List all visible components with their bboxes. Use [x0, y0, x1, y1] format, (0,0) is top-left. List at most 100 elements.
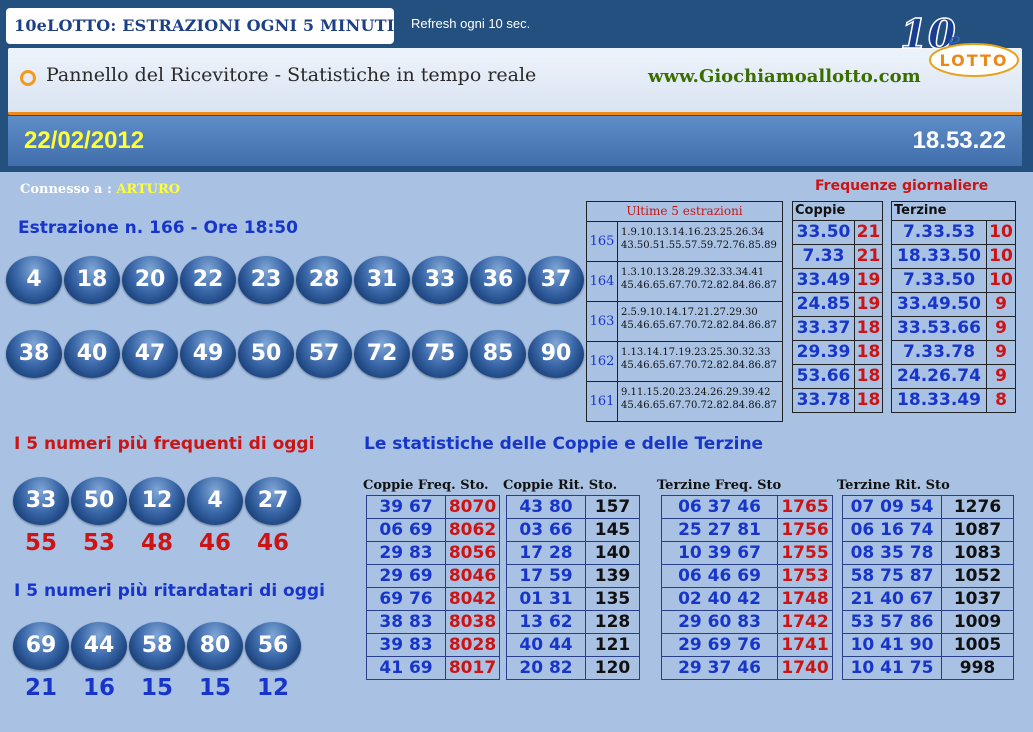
ball-number: 23 — [250, 267, 282, 292]
drawn-ball: 38 — [6, 330, 62, 378]
frequent-title: I 5 numeri più frequenti di oggi — [14, 434, 315, 454]
stats-title: Le statistiche delle Coppie e delle Terz… — [364, 434, 764, 454]
daily-frequencies-title: Frequenze giornaliere — [815, 178, 989, 194]
stat-count: 55 — [24, 530, 57, 556]
frequency-count: 21 — [856, 222, 881, 242]
stat-row: 43 80 157 — [507, 496, 639, 519]
last-draw-row: 165 1.9.10.13.14.16.23.25.26.34 43.50.51.5… — [587, 222, 782, 262]
drawn-ball: 75 — [412, 330, 468, 378]
last-draws-title: Ultime 5 estrazioni — [587, 202, 782, 222]
stat-count: 15 — [198, 675, 231, 701]
ball-number: 80 — [199, 633, 231, 658]
combination: 06 46 69 — [662, 565, 778, 587]
drawn-ball: 18 — [64, 256, 120, 304]
combination: 39 83 — [367, 634, 446, 656]
stat-row: 06 16 74 1087 — [843, 519, 1013, 542]
stat-ball: 50 — [71, 477, 127, 525]
drawn-ball: 31 — [354, 256, 410, 304]
ball-number: 40 — [76, 341, 108, 366]
frequency-count: 21 — [856, 246, 881, 266]
logo-word: LOTTO — [939, 51, 1008, 70]
daily-pairs-header: Coppie — [793, 202, 882, 221]
stat-row: 41 69 8017 — [367, 657, 499, 679]
frequency-row: 33.53.66 9 — [892, 317, 1015, 341]
stat-row: 21 40 67 1037 — [843, 588, 1013, 611]
draw-values: 1.13.14.17.19.23.25.30.32.33 45.46.65.67.… — [618, 342, 782, 381]
refresh-note: Refresh ogni 10 sec. — [411, 16, 531, 31]
combination: 33.37 — [793, 317, 855, 340]
frequency-row: 33.49 19 — [793, 269, 882, 293]
frequency-row: 33.78 18 — [793, 389, 882, 412]
combination: 7.33 — [793, 245, 855, 268]
stat-value: 8042 — [448, 589, 497, 609]
main-panel: Connesso a : ARTURO Estrazione n. 166 - … — [6, 172, 1022, 728]
draw-values-line: 45.46.65.67.70.72.82.84.86.87 — [621, 320, 777, 331]
stat-row: 01 31 135 — [507, 588, 639, 611]
combination: 7.33.78 — [892, 341, 987, 364]
stat-row: 10 41 75 998 — [843, 657, 1013, 679]
drawn-ball: 23 — [238, 256, 294, 304]
stat-value: 1753 — [781, 566, 829, 586]
current-date: 22/02/2012 — [24, 127, 145, 154]
combination: 01 31 — [507, 588, 586, 610]
ball-number: 37 — [540, 267, 572, 292]
daily-triples-rows: 7.33.53 10 18.33.50 10 7.33.50 10 33.49.50 9 33.… — [892, 221, 1015, 412]
stat-count: 16 — [82, 675, 115, 701]
stat-value: 1756 — [781, 520, 829, 540]
draw-title: Estrazione n. 166 - Ore 18:50 — [18, 218, 298, 238]
stat-row: 06 46 69 1753 — [662, 565, 832, 588]
stat-ball: 80 — [187, 622, 243, 670]
frequency-count: 9 — [995, 366, 1007, 386]
draw-values-line: 45.46.65.67.70.72.82.84.86.87 — [621, 280, 777, 291]
frequency-row: 53.66 18 — [793, 365, 882, 389]
frequency-row: 24.85 19 — [793, 293, 882, 317]
combination: 29.39 — [793, 341, 855, 364]
stat-count: 12 — [256, 675, 289, 701]
stat-value: 8028 — [448, 635, 497, 655]
ball-number: 49 — [192, 341, 224, 366]
stat-value: 157 — [594, 497, 631, 517]
stat-value: 1009 — [953, 612, 1002, 632]
stat-value: 120 — [594, 658, 631, 678]
stat-count: 46 — [256, 530, 289, 556]
combination: 25 27 81 — [662, 519, 778, 541]
stat-value: 8062 — [448, 520, 497, 540]
draw-values: 9.11.15.20.23.24.26.29.39.42 45.46.65.67.… — [618, 382, 782, 421]
stat-value: 1083 — [953, 543, 1002, 563]
late-title: I 5 numeri più ritardatari di oggi — [14, 581, 325, 601]
stat-value: 1276 — [953, 497, 1002, 517]
combination: 06 69 — [367, 519, 446, 541]
title-box: 10eLOTTO: ESTRAZIONI OGNI 5 MINUTI — [6, 8, 394, 44]
combination: 33.53.66 — [892, 317, 987, 340]
stat-row: 25 27 81 1756 — [662, 519, 832, 542]
combination: 20 82 — [507, 657, 586, 679]
last-draws-rows: 165 1.9.10.13.14.16.23.25.26.34 43.50.51.5… — [587, 222, 782, 421]
stat-ball: 4 — [187, 477, 243, 525]
stat-value: 8017 — [448, 658, 497, 678]
stat-value: 1005 — [953, 635, 1002, 655]
draw-values-line: 2.5.9.10.14.17.21.27.29.30 — [621, 307, 758, 318]
drawn-ball: 49 — [180, 330, 236, 378]
pairs-late-label: Coppie Rit. Sto. — [503, 478, 618, 493]
frequency-row: 24.26.74 9 — [892, 365, 1015, 389]
panel-band: Pannello del Ricevitore - Statistiche in… — [8, 48, 1022, 115]
ball-number: 85 — [482, 341, 514, 366]
ball-number: 56 — [257, 633, 289, 658]
ball-number: 50 — [250, 341, 282, 366]
frequency-row: 33.37 18 — [793, 317, 882, 341]
daily-triples-header: Terzine — [892, 202, 1015, 221]
stat-ball: 12 — [129, 477, 185, 525]
site-link[interactable]: www.Giochiamoallotto.com — [648, 66, 921, 87]
stat-row: 17 28 140 — [507, 542, 639, 565]
stat-ball: 27 — [245, 477, 301, 525]
pairs-late-table: 43 80 157 03 66 145 17 28 140 17 59 139 01 31 135… — [506, 495, 640, 680]
triples-late-table: 07 09 54 1276 06 16 74 1087 08 35 78 1083 58 7… — [842, 495, 1014, 680]
ball-number: 47 — [134, 341, 166, 366]
combination: 7.33.53 — [892, 221, 987, 244]
drawn-ball: 72 — [354, 330, 410, 378]
stat-count: 53 — [82, 530, 115, 556]
draw-number: 163 — [587, 302, 618, 341]
combination: 43 80 — [507, 496, 586, 518]
ball-number: 75 — [424, 341, 456, 366]
draw-values-line: 9.11.15.20.23.24.26.29.39.42 — [621, 387, 771, 398]
